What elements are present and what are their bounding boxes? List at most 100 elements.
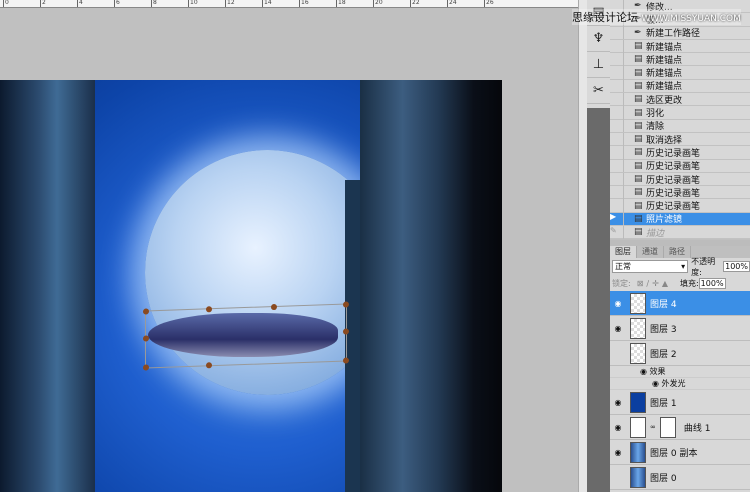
- layers-panel: 图层 通道 路径 正常 ▾ 不透明度: 100% 锁定: ⊠ ∕ ✛ ▲ 填充: …: [610, 240, 750, 492]
- stamp-icon[interactable]: ⊥: [587, 52, 610, 78]
- history-brush-source-toggle[interactable]: [610, 106, 624, 120]
- eye-icon[interactable]: ◉: [610, 448, 626, 457]
- layer-thumbnail: [630, 317, 646, 339]
- free-transform-box[interactable]: [143, 301, 349, 371]
- eye-icon[interactable]: ◉: [652, 379, 662, 388]
- layer-row[interactable]: ◉ 图层 0 副本: [610, 440, 750, 465]
- ruler-tick: 6: [114, 0, 120, 7]
- history-brush-source-toggle[interactable]: ▶: [610, 212, 624, 226]
- watermark-url: WWW.MISSYUAN.COM: [641, 14, 741, 24]
- eye-icon[interactable]: ◉: [610, 398, 626, 407]
- history-brush-source-toggle[interactable]: [610, 119, 624, 133]
- transform-handle[interactable]: [206, 306, 212, 313]
- history-item[interactable]: ▤ 羽化: [610, 106, 750, 120]
- lock-all-icon[interactable]: ▲: [662, 279, 668, 288]
- history-brush-source-toggle[interactable]: [610, 39, 624, 53]
- history-panel: ✒ 修改... ✒ 极... ✒ 新建工作路径 ▤ 新建锚点 ▤ 新建锚点 ▤ 新建锚点 ▤ 新建锚点 ▤ 选…: [610, 0, 750, 240]
- layer-name: 图层 3: [650, 324, 677, 335]
- history-item[interactable]: ✎ ▤ 描边: [610, 225, 750, 240]
- vertical-scrollbar[interactable]: [578, 0, 587, 492]
- layer-row[interactable]: ◉ 图层 3: [610, 316, 750, 341]
- lock-transparent-icon[interactable]: ⊠: [637, 279, 644, 288]
- history-item-label: 照片滤镜: [646, 215, 683, 226]
- history-brush-source-toggle[interactable]: [610, 172, 624, 186]
- layer-effects-row[interactable]: ◉ 效果: [610, 366, 750, 378]
- layer-row[interactable]: 图层 2: [610, 341, 750, 366]
- layer-row[interactable]: ◉ 图层 1: [610, 390, 750, 415]
- clone-source-icon[interactable]: ♆: [587, 26, 610, 52]
- transform-handle[interactable]: [271, 303, 277, 311]
- history-item-label: 取消选择: [646, 135, 683, 146]
- tab-paths[interactable]: 路径: [664, 246, 691, 258]
- history-item[interactable]: ▤ 选区更改: [610, 92, 750, 107]
- layer-name: 图层 0: [650, 473, 677, 484]
- transform-handle[interactable]: [143, 308, 149, 315]
- history-brush-source-toggle[interactable]: ✎: [610, 225, 624, 239]
- eye-icon[interactable]: ◉: [640, 367, 650, 376]
- ruler-tick: 4: [77, 0, 83, 7]
- history-brush-source-toggle[interactable]: [610, 159, 624, 173]
- fill-input[interactable]: 100%: [698, 277, 726, 289]
- layer-row[interactable]: ◉ ∞ 曲线 1: [610, 415, 750, 440]
- lock-label: 锁定:: [612, 278, 631, 288]
- history-item[interactable]: ▤ 历史记录画笔: [610, 145, 750, 160]
- layer-thumbnail: [630, 391, 646, 413]
- outer-glow-effect-row[interactable]: ◉ 外发光: [610, 378, 750, 390]
- chevron-down-icon: ▾: [681, 262, 686, 271]
- history-brush-source-toggle[interactable]: [610, 79, 624, 93]
- history-brush-source-toggle[interactable]: [610, 199, 624, 213]
- history-brush-source-toggle[interactable]: [610, 92, 624, 106]
- tools-icon[interactable]: ✂: [587, 78, 610, 104]
- history-item[interactable]: ✒ 新建工作路径: [610, 26, 750, 40]
- history-item[interactable]: ▤ 历史记录画笔: [610, 159, 750, 173]
- history-brush-source-toggle[interactable]: [610, 145, 624, 159]
- eye-icon[interactable]: ◉: [610, 324, 626, 333]
- history-item[interactable]: ▤ 清除: [610, 119, 750, 133]
- history-item-label: 新建锚点: [646, 42, 683, 53]
- history-item[interactable]: ▤ 新建锚点: [610, 66, 750, 80]
- history-item[interactable]: ▶ ▤ 照片滤镜: [610, 212, 750, 227]
- history-state-icon: ▤: [634, 160, 643, 171]
- panel-tabs: 图层 通道 路径: [610, 246, 750, 258]
- history-item[interactable]: ▤ 历史记录画笔: [610, 185, 750, 200]
- history-state-icon: ▤: [634, 107, 643, 118]
- history-item[interactable]: ▤ 取消选择: [610, 132, 750, 147]
- eye-icon[interactable]: ◉: [610, 423, 626, 432]
- tab-channels[interactable]: 通道: [637, 246, 664, 258]
- history-item-label: 清除: [646, 122, 665, 133]
- blend-mode-select[interactable]: 正常 ▾: [612, 260, 689, 273]
- layer-list: ◉ 图层 4 ◉ 图层 3 图层 2 ◉ 效果 ◉ 外发光 ◉ 图层 1 ◉ ∞ 曲线 1 ◉ 图层 0 …: [610, 291, 750, 490]
- link-icon: ∞: [650, 423, 656, 431]
- history-state-icon: ▤: [634, 213, 643, 224]
- watermark-cn: 思缘设计论坛: [572, 11, 638, 24]
- history-brush-source-toggle[interactable]: [610, 66, 624, 80]
- history-item[interactable]: ▤ 历史记录画笔: [610, 172, 750, 187]
- history-brush-source-toggle[interactable]: [610, 52, 624, 66]
- history-item[interactable]: ▤ 新建锚点: [610, 39, 750, 54]
- transform-handle[interactable]: [143, 364, 149, 371]
- lock-paint-icon[interactable]: ∕: [646, 279, 649, 288]
- document-image[interactable]: [0, 80, 502, 492]
- history-item[interactable]: ▤ 新建锚点: [610, 79, 750, 94]
- layer-row[interactable]: ◉ 图层 4: [610, 291, 750, 316]
- history-state-icon: ▤: [634, 67, 643, 78]
- history-brush-source-toggle[interactable]: [610, 185, 624, 199]
- history-item[interactable]: ▤ 历史记录画笔: [610, 199, 750, 213]
- lock-move-icon[interactable]: ✛: [652, 279, 659, 288]
- history-item[interactable]: ▤ 新建锚点: [610, 52, 750, 67]
- history-item-label: 历史记录画笔: [646, 175, 701, 186]
- history-state-icon: ▤: [634, 134, 643, 145]
- layer-row[interactable]: 图层 0: [610, 465, 750, 490]
- tab-layers[interactable]: 图层: [610, 246, 637, 258]
- eye-icon[interactable]: ◉: [610, 299, 626, 308]
- history-state-icon: ▤: [634, 54, 643, 65]
- history-brush-source-toggle[interactable]: [610, 26, 624, 40]
- transform-handle[interactable]: [143, 335, 149, 342]
- history-state-icon: ▤: [634, 80, 643, 91]
- history-item-label: 新建锚点: [646, 82, 683, 93]
- curves-adjustment-icon: [630, 416, 646, 438]
- fill-label: 填充:: [679, 278, 699, 288]
- opacity-input[interactable]: 100%: [723, 261, 750, 272]
- layer-thumbnail: [630, 292, 646, 314]
- history-brush-source-toggle[interactable]: [610, 132, 624, 146]
